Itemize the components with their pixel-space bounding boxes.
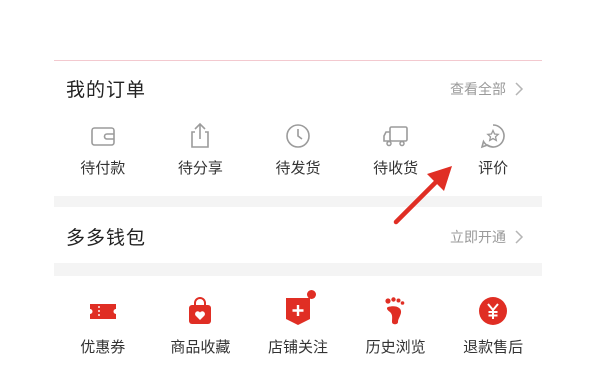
view-all-label: 查看全部 bbox=[450, 82, 506, 98]
order-status-grid: 待付款 待分享 待发货 待收货 评价 bbox=[54, 122, 542, 178]
shop-follow-icon bbox=[285, 298, 310, 325]
order-pending-payment[interactable]: 待付款 bbox=[54, 122, 152, 178]
refund-yen-icon bbox=[479, 297, 508, 325]
services-grid: 优惠券 商品收藏 店铺关注 历史浏览 退款售后 bbox=[54, 290, 542, 357]
activate-label: 立即开通 bbox=[450, 230, 506, 246]
view-all-orders-link[interactable]: 查看全部 bbox=[450, 79, 526, 99]
chevron-right-icon bbox=[515, 82, 524, 96]
order-status-label: 待付款 bbox=[80, 159, 126, 177]
top-strip bbox=[54, 0, 542, 60]
service-followed-shops[interactable]: 店铺关注 bbox=[249, 290, 347, 357]
my-orders-title: 我的订单 bbox=[66, 79, 147, 101]
left-margin bbox=[0, 0, 48, 390]
coupon-icon bbox=[89, 304, 116, 319]
truck-icon bbox=[382, 126, 408, 147]
services-card: 优惠券 商品收藏 店铺关注 历史浏览 退款售后 bbox=[54, 276, 542, 390]
wallet-icon bbox=[90, 127, 115, 146]
order-status-label: 待分享 bbox=[177, 159, 223, 177]
wallet-title: 多多钱包 bbox=[66, 227, 147, 249]
order-status-label: 待发货 bbox=[275, 159, 321, 177]
my-orders-card: 我的订单 查看全部 待付款 待分享 待发货 待收货 评价 bbox=[54, 61, 542, 196]
service-label: 店铺关注 bbox=[267, 338, 328, 356]
annotation-arrow-icon bbox=[393, 166, 452, 225]
activate-wallet-link[interactable]: 立即开通 bbox=[450, 227, 526, 247]
service-label: 退款售后 bbox=[463, 338, 524, 356]
clock-icon bbox=[286, 124, 310, 148]
service-favorites[interactable]: 商品收藏 bbox=[152, 296, 250, 357]
wallet-card[interactable]: 多多钱包 立即开通 bbox=[54, 207, 542, 263]
star-comment-icon bbox=[480, 124, 505, 149]
service-refunds[interactable]: 退款售后 bbox=[444, 296, 542, 357]
chevron-right-icon bbox=[515, 230, 524, 244]
service-label: 优惠券 bbox=[80, 338, 126, 356]
service-history[interactable]: 历史浏览 bbox=[347, 296, 445, 357]
order-pending-share[interactable]: 待分享 bbox=[152, 122, 250, 178]
right-margin bbox=[544, 0, 592, 390]
order-pending-shipment[interactable]: 待发货 bbox=[249, 122, 347, 178]
service-label: 历史浏览 bbox=[365, 338, 426, 356]
footprint-icon bbox=[384, 297, 404, 325]
service-coupons[interactable]: 优惠券 bbox=[54, 296, 152, 357]
share-icon bbox=[191, 122, 210, 148]
bag-heart-icon bbox=[189, 297, 212, 324]
new-badge-dot bbox=[307, 290, 317, 299]
service-label: 商品收藏 bbox=[170, 338, 231, 356]
